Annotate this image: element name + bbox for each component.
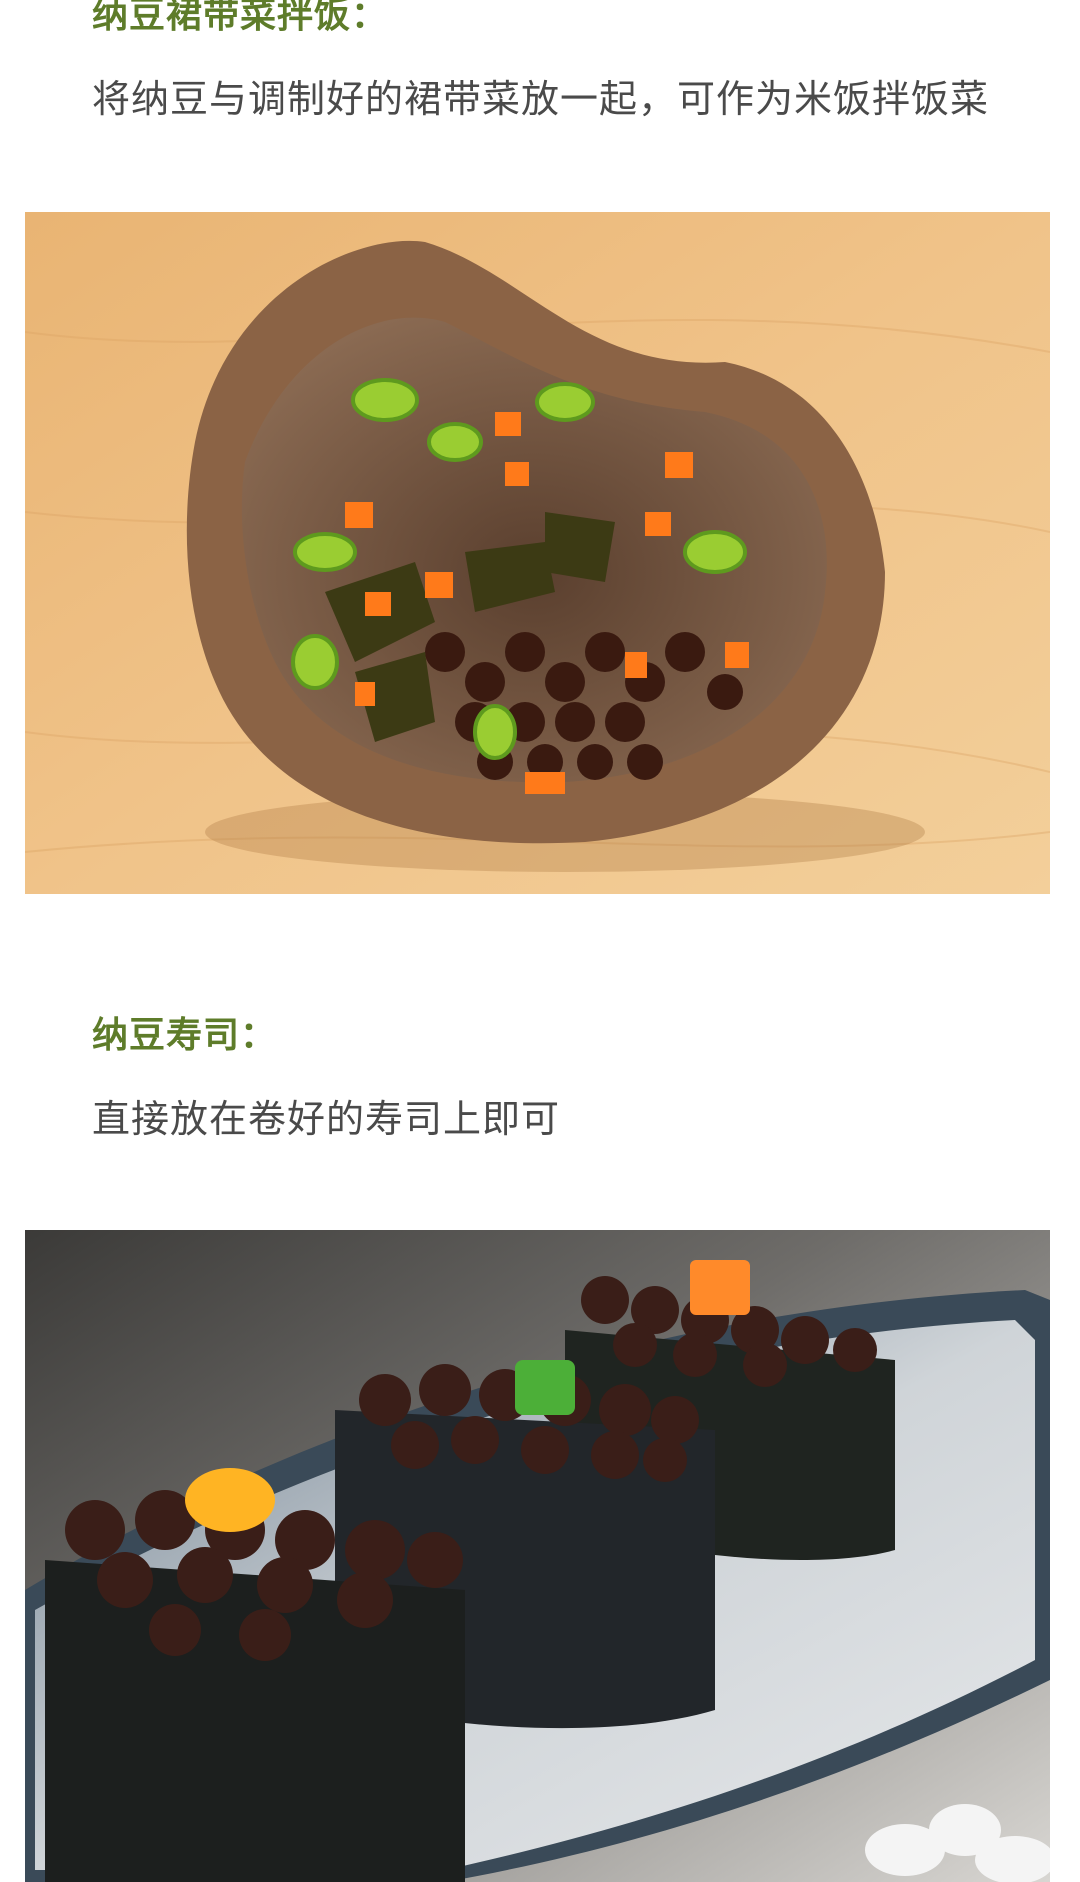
natto-wakame-bowl-photo xyxy=(25,212,1050,894)
section-text-natto-sushi: 直接放在卷好的寿司上即可 xyxy=(92,1097,561,1141)
section-title-natto-wakame-rice: 纳豆裙带菜拌饭： xyxy=(92,0,389,36)
section-title-natto-sushi: 纳豆寿司： xyxy=(92,1015,278,1056)
section-text-natto-wakame-rice: 将纳豆与调制好的裙带菜放一起，可作为米饭拌饭菜 xyxy=(92,77,990,121)
natto-sushi-photo xyxy=(25,1230,1050,1882)
